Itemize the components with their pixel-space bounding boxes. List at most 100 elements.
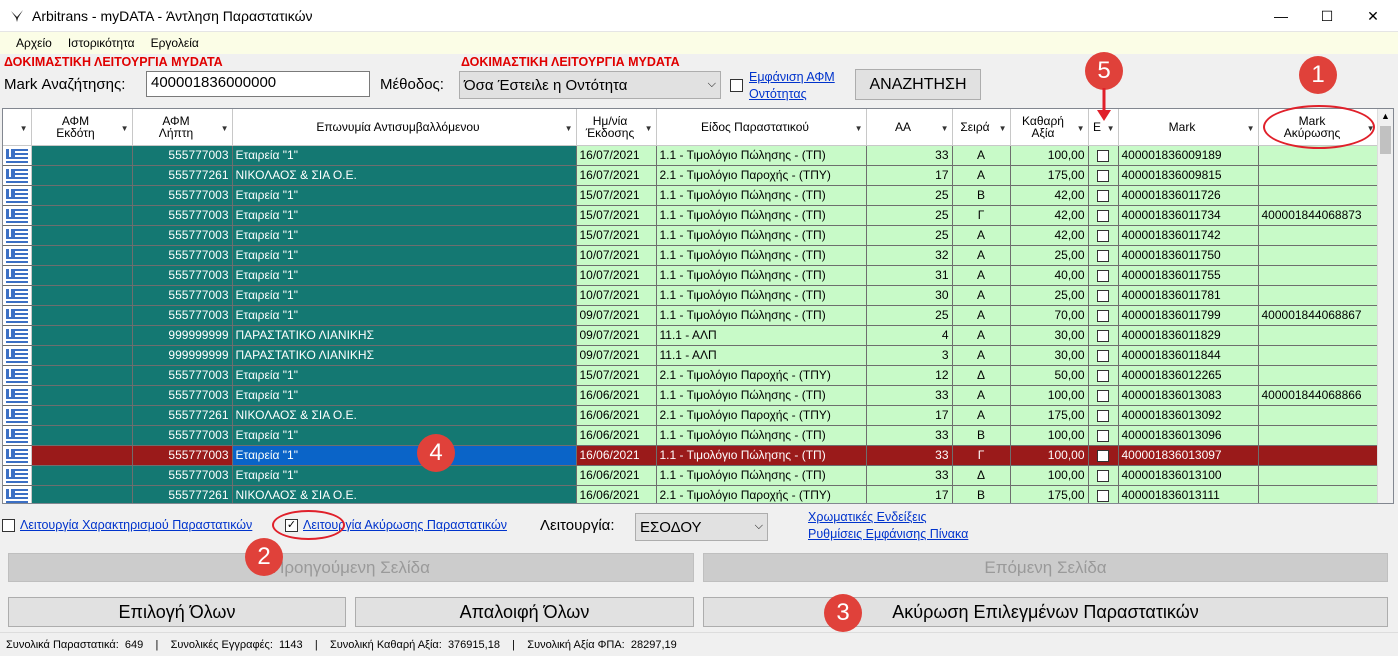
flag-cell[interactable] <box>3 385 32 406</box>
afm-issuer-cell[interactable] <box>31 185 133 206</box>
show-afm-link-line2[interactable]: Οντότητας <box>749 87 807 101</box>
series-cell[interactable]: Α <box>952 285 1011 306</box>
date-cell[interactable]: 10/07/2021 <box>576 245 657 266</box>
afm-receiver-cell[interactable]: 555777261 <box>132 485 233 503</box>
type-cell[interactable]: 2.1 - Τιμολόγιο Παροχής - (ΤΠΥ) <box>656 165 867 186</box>
afm-issuer-cell[interactable] <box>31 345 133 366</box>
name-cell[interactable]: Εταιρεία "1" <box>232 365 577 386</box>
flag-cell[interactable] <box>3 325 32 346</box>
date-cell[interactable]: 16/06/2021 <box>576 445 657 466</box>
cancel-mark-cell[interactable] <box>1258 225 1379 246</box>
type-cell[interactable]: 1.1 - Τιμολόγιο Πώλησης - (ΤΠ) <box>656 145 867 166</box>
header-name[interactable]: Επωνυμία Αντισυμβαλλόμενου ▼ <box>232 109 577 146</box>
header-aa[interactable]: ΑΑ ▼ <box>866 109 953 146</box>
header-net-value[interactable]: Καθαρή Αξία ▼ <box>1010 109 1089 146</box>
net-value-cell[interactable]: 100,00 <box>1010 385 1089 406</box>
net-value-cell[interactable]: 100,00 <box>1010 465 1089 486</box>
cancel-mark-cell[interactable] <box>1258 245 1379 266</box>
header-date[interactable]: Ημ/νία Έκδοσης ▼ <box>576 109 657 146</box>
filter-dropdown-icon[interactable]: ▼ <box>121 123 129 135</box>
table-row[interactable]: 555777003 Εταιρεία "1" 16/07/2021 1.1 - Τιμ… <box>3 145 1379 166</box>
net-value-cell[interactable]: 42,00 <box>1010 205 1089 226</box>
type-cell[interactable]: 2.1 - Τιμολόγιο Παροχής - (ΤΠΥ) <box>656 485 867 503</box>
type-cell[interactable]: 1.1 - Τιμολόγιο Πώλησης - (ΤΠ) <box>656 305 867 326</box>
date-cell[interactable]: 16/06/2021 <box>576 385 657 406</box>
row-checkbox[interactable] <box>1097 489 1109 502</box>
row-checkbox[interactable] <box>1097 169 1109 182</box>
mark-cell[interactable]: 400001836013083 <box>1118 385 1259 406</box>
flag-cell[interactable] <box>3 245 32 266</box>
mark-cell[interactable]: 400001836011755 <box>1118 265 1259 286</box>
net-value-cell[interactable]: 30,00 <box>1010 325 1089 346</box>
mark-cell[interactable]: 400001836012265 <box>1118 365 1259 386</box>
filter-dropdown-icon[interactable]: ▼ <box>221 123 229 135</box>
aa-cell[interactable]: 17 <box>866 485 953 503</box>
mark-cell[interactable]: 400001836011742 <box>1118 225 1259 246</box>
cancel-mark-cell[interactable] <box>1258 465 1379 486</box>
type-cell[interactable]: 11.1 - ΑΛΠ <box>656 325 867 346</box>
table-row[interactable]: 555777261 ΝΙΚΟΛΑΟΣ & ΣΙΑ Ο.Ε. 16/06/2021 2.… <box>3 485 1379 503</box>
cancel-mark-cell[interactable] <box>1258 325 1379 346</box>
row-checkbox[interactable] <box>1097 309 1109 322</box>
type-cell[interactable]: 1.1 - Τιμολόγιο Πώλησης - (ΤΠ) <box>656 425 867 446</box>
afm-issuer-cell[interactable] <box>31 165 133 186</box>
type-cell[interactable]: 1.1 - Τιμολόγιο Πώλησης - (ΤΠ) <box>656 205 867 226</box>
e-cell[interactable] <box>1088 485 1119 503</box>
flag-cell[interactable] <box>3 285 32 306</box>
series-cell[interactable]: Α <box>952 145 1011 166</box>
cancel-mark-cell[interactable] <box>1258 285 1379 306</box>
series-cell[interactable]: Α <box>952 305 1011 326</box>
flag-cell[interactable] <box>3 345 32 366</box>
table-row[interactable]: 555777003 Εταιρεία "1" 16/06/2021 1.1 - Τιμ… <box>3 385 1379 406</box>
net-value-cell[interactable]: 175,00 <box>1010 165 1089 186</box>
flag-cell[interactable] <box>3 445 32 466</box>
select-all-button[interactable]: Επιλογή Όλων <box>8 597 346 627</box>
scrollbar-thumb[interactable] <box>1380 126 1391 154</box>
row-checkbox[interactable] <box>1097 369 1109 382</box>
series-cell[interactable]: Α <box>952 245 1011 266</box>
aa-cell[interactable]: 30 <box>866 285 953 306</box>
filter-dropdown-icon[interactable]: ▼ <box>999 123 1007 135</box>
series-cell[interactable]: Α <box>952 225 1011 246</box>
afm-receiver-cell[interactable]: 555777261 <box>132 165 233 186</box>
flag-cell[interactable] <box>3 305 32 326</box>
e-cell[interactable] <box>1088 385 1119 406</box>
e-cell[interactable] <box>1088 445 1119 466</box>
afm-receiver-cell[interactable]: 555777261 <box>132 405 233 426</box>
aa-cell[interactable]: 25 <box>866 305 953 326</box>
net-value-cell[interactable]: 100,00 <box>1010 445 1089 466</box>
afm-receiver-cell[interactable]: 555777003 <box>132 365 233 386</box>
characterization-checkbox[interactable] <box>2 519 15 532</box>
series-cell[interactable]: Α <box>952 265 1011 286</box>
afm-receiver-cell[interactable]: 555777003 <box>132 385 233 406</box>
flag-cell[interactable] <box>3 165 32 186</box>
table-settings-link[interactable]: Ρυθμίσεις Εμφάνισης Πίνακα <box>808 527 968 541</box>
header-series[interactable]: Σειρά ▼ <box>952 109 1011 146</box>
net-value-cell[interactable]: 100,00 <box>1010 425 1089 446</box>
flag-cell[interactable] <box>3 465 32 486</box>
menu-file[interactable]: Αρχείο <box>8 36 60 50</box>
type-cell[interactable]: 1.1 - Τιμολόγιο Πώλησης - (ΤΠ) <box>656 245 867 266</box>
e-cell[interactable] <box>1088 345 1119 366</box>
series-cell[interactable]: Γ <box>952 445 1011 466</box>
type-cell[interactable]: 1.1 - Τιμολόγιο Πώλησης - (ΤΠ) <box>656 225 867 246</box>
afm-issuer-cell[interactable] <box>31 225 133 246</box>
name-cell[interactable]: Εταιρεία "1" <box>232 425 577 446</box>
color-hints-link[interactable]: Χρωματικές Ενδείξεις <box>808 510 927 524</box>
aa-cell[interactable]: 33 <box>866 385 953 406</box>
afm-issuer-cell[interactable] <box>31 265 133 286</box>
e-cell[interactable] <box>1088 145 1119 166</box>
afm-issuer-cell[interactable] <box>31 485 133 503</box>
filter-dropdown-icon[interactable]: ▼ <box>645 123 653 135</box>
e-cell[interactable] <box>1088 305 1119 326</box>
row-checkbox[interactable] <box>1097 289 1109 302</box>
show-afm-checkbox[interactable] <box>730 79 743 92</box>
type-cell[interactable]: 2.1 - Τιμολόγιο Παροχής - (ΤΠΥ) <box>656 405 867 426</box>
table-row[interactable]: 555777003 Εταιρεία "1" 10/07/2021 1.1 - Τιμ… <box>3 245 1379 266</box>
afm-receiver-cell[interactable]: 555777003 <box>132 145 233 166</box>
flag-cell[interactable] <box>3 485 32 503</box>
name-cell[interactable]: ΝΙΚΟΛΑΟΣ & ΣΙΑ Ο.Ε. <box>232 165 577 186</box>
aa-cell[interactable]: 33 <box>866 145 953 166</box>
previous-page-button[interactable]: Προηγούμενη Σελίδα <box>8 553 694 582</box>
table-row[interactable]: 555777003 Εταιρεία "1" 15/07/2021 1.1 - Τιμ… <box>3 205 1379 226</box>
